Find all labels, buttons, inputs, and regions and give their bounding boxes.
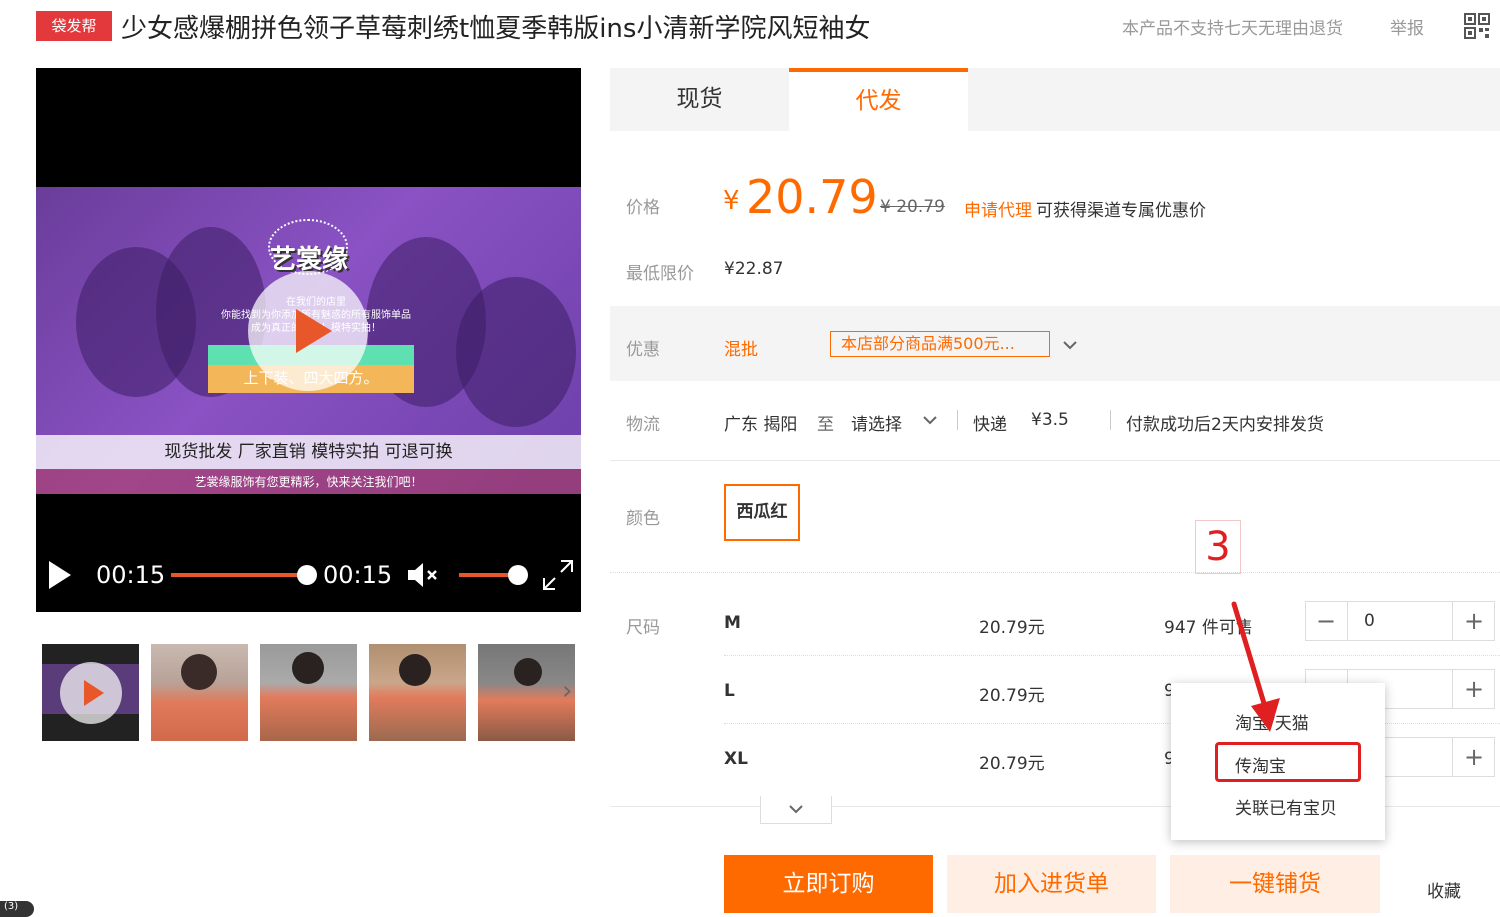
min-price-value: ¥22.87 xyxy=(724,259,784,279)
divider xyxy=(610,460,1500,461)
fullscreen-icon[interactable] xyxy=(541,558,575,592)
color-option-selected[interactable]: 西瓜红 xyxy=(724,484,800,541)
price-label: 价格 xyxy=(626,198,660,218)
corner-badge: (3) xyxy=(0,901,34,917)
size-price: 20.79元 xyxy=(979,754,1045,774)
product-title: 少女感爆棚拼色领子草莓刺绣t恤夏季韩版ins小清新学院风短袖女 xyxy=(121,14,871,44)
chevron-down-icon xyxy=(789,805,803,814)
annotation-highlight-box xyxy=(1215,742,1361,782)
expand-sizes-button[interactable] xyxy=(760,796,832,824)
play-icon[interactable] xyxy=(48,560,72,590)
annotation-step-number: 3 xyxy=(1195,520,1241,574)
ship-fee: ¥3.5 xyxy=(1031,410,1069,430)
apply-agent-link[interactable]: 申请代理 xyxy=(964,196,1032,221)
price-value: 20.79 xyxy=(746,170,878,224)
video-frame: 艺裳缘 在我们的店里 你能找到为你添加所有魅惑的所有服饰单品 成为真正的自己！模… xyxy=(36,187,581,494)
size-label: 尺码 xyxy=(626,618,660,638)
minus-icon[interactable]: − xyxy=(1306,602,1346,640)
quantity-input[interactable]: 0 xyxy=(1347,602,1453,640)
size-name: M xyxy=(724,613,741,633)
mute-icon[interactable] xyxy=(407,562,439,588)
video-banner: 现货批发 厂家直销 模特实拍 可退可换 xyxy=(36,435,581,469)
add-to-purchase-list-button[interactable]: 加入进货单 xyxy=(947,855,1156,913)
chevron-right-icon[interactable]: › xyxy=(562,676,572,706)
ship-origin: 广东 揭阳 xyxy=(724,415,798,435)
play-overlay-icon[interactable] xyxy=(248,271,368,391)
qr-code-icon[interactable] xyxy=(1464,13,1490,39)
progress-knob[interactable] xyxy=(297,565,317,585)
color-label: 颜色 xyxy=(626,509,660,529)
divider xyxy=(957,410,958,430)
size-price: 20.79元 xyxy=(979,686,1045,706)
brand-badge: 袋发帮 xyxy=(36,11,112,41)
order-now-button[interactable]: 立即订购 xyxy=(724,855,933,913)
size-name: XL xyxy=(724,749,748,769)
annotation-arrow-icon xyxy=(1231,601,1280,732)
thumbnail-2[interactable] xyxy=(260,644,357,741)
agent-benefit-text: 可获得渠道专属优惠价 xyxy=(1036,201,1206,221)
original-price: ¥ 20.79 xyxy=(880,197,945,217)
thumbnail-3[interactable] xyxy=(369,644,466,741)
promo-label: 优惠 xyxy=(626,340,660,360)
favorite-link[interactable]: 收藏 xyxy=(1427,877,1461,902)
ship-destination-select[interactable]: 请选择 xyxy=(851,410,902,435)
promo-type: 混批 xyxy=(724,340,758,360)
plus-icon[interactable]: + xyxy=(1454,738,1494,776)
plus-icon[interactable]: + xyxy=(1454,602,1494,640)
video-player[interactable]: 艺裳缘 在我们的店里 你能找到为你添加所有魅惑的所有服饰单品 成为真正的自己！模… xyxy=(36,68,581,612)
report-link[interactable]: 举报 xyxy=(1390,14,1424,39)
ship-to-label: 至 xyxy=(817,415,834,435)
current-time: 00:15 xyxy=(96,561,166,589)
tab-in-stock[interactable]: 现货 xyxy=(610,68,789,131)
logistics-label: 物流 xyxy=(626,415,660,435)
ship-method: 快递 xyxy=(973,415,1007,435)
price-currency: ¥ xyxy=(723,186,740,216)
divider xyxy=(1110,410,1111,430)
size-name: L xyxy=(724,681,735,701)
thumbnail-1[interactable] xyxy=(151,644,248,741)
ship-note: 付款成功后2天内安排发货 xyxy=(1126,415,1324,435)
tab-dropship[interactable]: 代发 xyxy=(789,68,968,131)
thumbnail-video[interactable] xyxy=(42,644,139,741)
min-price-label: 最低限价 xyxy=(626,264,694,284)
duration: 00:15 xyxy=(323,561,393,589)
thumbnail-4[interactable] xyxy=(478,644,575,741)
size-price: 20.79元 xyxy=(979,618,1045,638)
chevron-down-icon[interactable] xyxy=(1062,338,1078,352)
one-click-distribute-button[interactable]: 一键铺货 xyxy=(1170,855,1380,913)
divider xyxy=(610,572,1500,573)
chevron-down-icon[interactable] xyxy=(922,413,938,427)
divider xyxy=(724,655,1500,656)
menu-item-link-existing[interactable]: 关联已有宝贝 xyxy=(1235,794,1337,819)
plus-icon[interactable]: + xyxy=(1454,670,1494,708)
video-banner-sub: 艺裳缘服饰有您更精彩，快来关注我们吧！ xyxy=(36,470,581,494)
progress-bar[interactable] xyxy=(171,573,307,577)
quantity-stepper: − 0 + xyxy=(1305,601,1495,641)
volume-knob[interactable] xyxy=(508,565,528,585)
promo-tag[interactable]: 本店部分商品满500元... xyxy=(830,331,1050,357)
return-policy-note: 本产品不支持七天无理由退货 xyxy=(1122,19,1343,39)
